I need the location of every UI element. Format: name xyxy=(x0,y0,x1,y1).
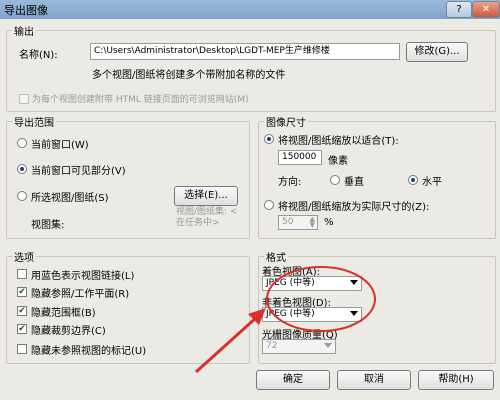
export-image-dialog: 导出图像 ? ✕ 输出 名称(N): C:\Users\Administrato… xyxy=(0,0,500,400)
help-button[interactable]: 帮助(H) xyxy=(418,370,494,390)
cancel-button[interactable]: 取消 xyxy=(337,370,411,390)
ok-button[interactable]: 确定 xyxy=(256,370,330,390)
arrow-line xyxy=(194,314,260,374)
highlight-ellipse xyxy=(266,266,376,332)
annotation-overlay xyxy=(194,266,376,374)
